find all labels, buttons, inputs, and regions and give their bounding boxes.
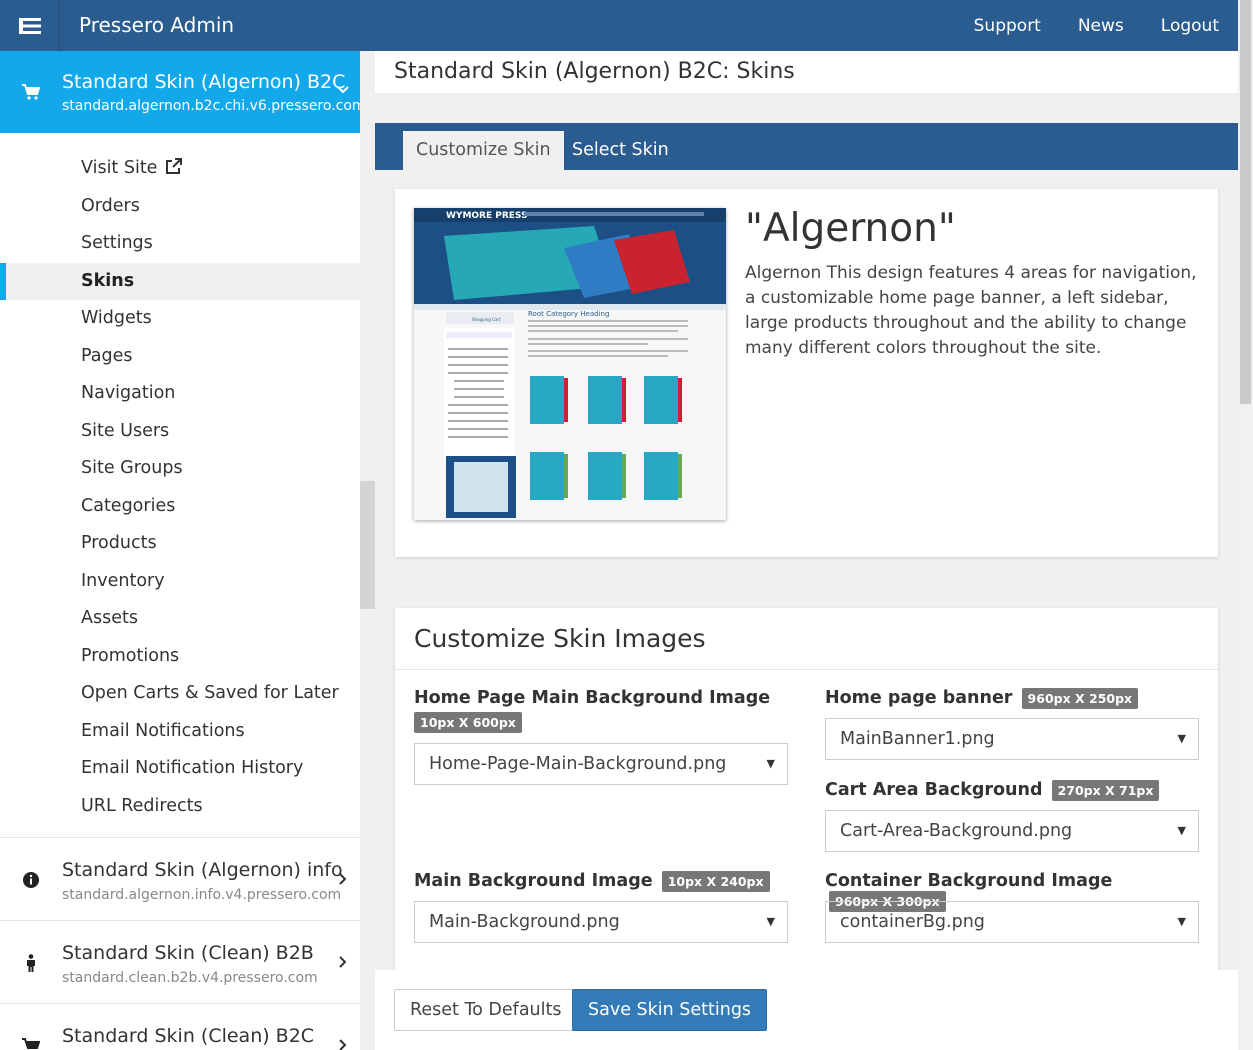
- sidebar-item-visit-site[interactable]: Visit Site: [0, 150, 360, 188]
- site-item-name: Standard Skin (Algernon) info: [62, 859, 343, 881]
- field-home-main-bg: Home Page Main Background Image 10px X 6…: [414, 688, 770, 733]
- tab-select-skin[interactable]: Select Skin: [559, 131, 682, 170]
- field-main-bg: Main Background Image 10px X 240px: [414, 871, 770, 892]
- chevron-right-icon: [339, 873, 347, 885]
- active-site-name: Standard Skin (Algernon) B2C: [62, 71, 346, 93]
- home-main-bg-select[interactable]: Home-Page-Main-Background.png ▼: [414, 743, 788, 785]
- preview-logo: WYMORE PRESS: [446, 211, 528, 221]
- info-icon: [22, 871, 40, 889]
- sidebar-item-url-redirects[interactable]: URL Redirects: [0, 788, 360, 826]
- sidebar: Standard Skin (Algernon) B2C standard.al…: [0, 51, 360, 1050]
- preview-cart-label: Shopping Cart: [472, 317, 501, 322]
- skin-description: Algernon This design features 4 areas fo…: [745, 263, 1197, 358]
- hamburger-icon: [18, 17, 41, 34]
- field-home-banner: Home page banner 960px X 250px: [825, 688, 1139, 709]
- site-item-clean-b2b[interactable]: Standard Skin (Clean) B2B standard.clean…: [0, 920, 360, 1003]
- sidebar-item-navigation[interactable]: Navigation: [0, 375, 360, 413]
- sidebar-item-products[interactable]: Products: [0, 525, 360, 563]
- field-label: Container Background Image: [825, 871, 1113, 891]
- page-title: Standard Skin (Algernon) B2C: Skins: [375, 51, 1238, 93]
- sidebar-item-inventory[interactable]: Inventory: [0, 563, 360, 601]
- field-label: Home Page Main Background Image: [414, 688, 771, 708]
- sidebar-item-email-notifications[interactable]: Email Notifications: [0, 713, 360, 751]
- size-badge: 10px X 240px: [661, 871, 770, 892]
- select-value: Cart-Area-Background.png: [840, 821, 1073, 841]
- select-value: Main-Background.png: [429, 912, 620, 932]
- top-nav: Support News Logout: [974, 0, 1238, 51]
- top-bar: Pressero Admin Support News Logout: [0, 0, 1238, 51]
- action-footer: Reset To Defaults Save Skin Settings: [375, 970, 1238, 1050]
- sidebar-item-open-carts[interactable]: Open Carts & Saved for Later: [0, 675, 360, 713]
- sidebar-item-widgets[interactable]: Widgets: [0, 300, 360, 338]
- caret-down-icon: ▼: [1177, 732, 1186, 745]
- news-link[interactable]: News: [1078, 16, 1124, 36]
- main-content: Standard Skin (Algernon) B2C: Skins Cust…: [375, 51, 1238, 1050]
- chevron-down-icon: [337, 86, 349, 94]
- external-link-icon: [166, 158, 183, 174]
- select-value: containerBg.png: [840, 912, 985, 932]
- field-label: Home page banner: [825, 688, 1013, 708]
- caret-down-icon: ▼: [1177, 915, 1186, 928]
- support-link[interactable]: Support: [974, 16, 1041, 36]
- main-bg-select[interactable]: Main-Background.png ▼: [414, 901, 788, 943]
- person-icon: [22, 954, 40, 972]
- sidebar-item-skins[interactable]: Skins: [0, 262, 360, 300]
- select-value: MainBanner1.png: [840, 729, 995, 749]
- site-item-url: standard.clean.b2b.v4.pressero.com: [62, 970, 318, 986]
- cart-area-bg-select[interactable]: Cart-Area-Background.png ▼: [825, 810, 1199, 852]
- container-bg-select[interactable]: containerBg.png ▼: [825, 901, 1199, 943]
- skin-images-card: Customize Skin Images Home Page Main Bac…: [395, 608, 1218, 1028]
- page-scrollbar-thumb[interactable]: [1240, 0, 1251, 404]
- cart-icon: [22, 1037, 40, 1050]
- chevron-right-icon: [339, 956, 347, 968]
- page-scrollbar[interactable]: [1238, 0, 1253, 1050]
- section-title: Customize Skin Images: [395, 608, 1218, 670]
- tab-customize-skin[interactable]: Customize Skin: [403, 131, 564, 170]
- field-cart-area-bg: Cart Area Background 270px X 71px: [825, 780, 1160, 801]
- sidebar-item-pages[interactable]: Pages: [0, 338, 360, 376]
- field-label: Cart Area Background: [825, 780, 1043, 800]
- chevron-right-icon: [339, 1039, 347, 1050]
- tab-bar: Customize Skin Select Skin: [375, 123, 1238, 170]
- preview-heading: Root Category Heading: [528, 310, 609, 318]
- site-nav-list: Visit Site Orders Settings Skins Widgets…: [0, 133, 360, 825]
- active-site-header[interactable]: Standard Skin (Algernon) B2C standard.al…: [0, 51, 360, 133]
- sidebar-item-promotions[interactable]: Promotions: [0, 638, 360, 676]
- size-badge: 10px X 600px: [414, 712, 522, 733]
- size-badge: 270px X 71px: [1051, 780, 1160, 801]
- app-title: Pressero Admin: [79, 13, 235, 37]
- site-item-name: Standard Skin (Clean) B2B: [62, 942, 314, 964]
- sidebar-item-settings[interactable]: Settings: [0, 225, 360, 263]
- size-badge: 960px X 250px: [1021, 688, 1139, 709]
- sidebar-scrollbar[interactable]: [360, 481, 375, 609]
- skin-name: "Algernon": [745, 206, 956, 251]
- cart-icon: [22, 84, 40, 100]
- save-skin-settings-button[interactable]: Save Skin Settings: [572, 989, 768, 1031]
- sidebar-item-email-notification-history[interactable]: Email Notification History: [0, 750, 360, 788]
- caret-down-icon: ▼: [766, 915, 775, 928]
- field-label: Main Background Image: [414, 871, 653, 891]
- caret-down-icon: ▼: [1177, 824, 1186, 837]
- skin-info-card: WYMORE PRESS Shopping Cart Root Category…: [395, 189, 1218, 557]
- menu-toggle-button[interactable]: [0, 0, 60, 51]
- select-value: Home-Page-Main-Background.png: [429, 754, 727, 774]
- home-banner-select[interactable]: MainBanner1.png ▼: [825, 718, 1199, 760]
- sidebar-item-categories[interactable]: Categories: [0, 488, 360, 526]
- site-item-algernon-info[interactable]: Standard Skin (Algernon) info standard.a…: [0, 837, 360, 920]
- sidebar-item-assets[interactable]: Assets: [0, 600, 360, 638]
- sidebar-item-orders[interactable]: Orders: [0, 188, 360, 226]
- sidebar-item-site-groups[interactable]: Site Groups: [0, 450, 360, 488]
- site-item-name: Standard Skin (Clean) B2C: [62, 1025, 315, 1047]
- sidebar-item-site-users[interactable]: Site Users: [0, 413, 360, 451]
- caret-down-icon: ▼: [766, 757, 775, 770]
- site-item-clean-b2c[interactable]: Standard Skin (Clean) B2C: [0, 1003, 360, 1050]
- reset-to-defaults-button[interactable]: Reset To Defaults: [394, 989, 578, 1031]
- skin-preview-image: WYMORE PRESS Shopping Cart Root Category…: [414, 208, 726, 520]
- sidebar-item-label: Visit Site: [81, 158, 158, 178]
- active-site-url: standard.algernon.b2c.chi.v6.pressero.co…: [62, 98, 360, 114]
- logout-link[interactable]: Logout: [1161, 16, 1219, 36]
- site-item-url: standard.algernon.info.v4.pressero.com: [62, 887, 342, 903]
